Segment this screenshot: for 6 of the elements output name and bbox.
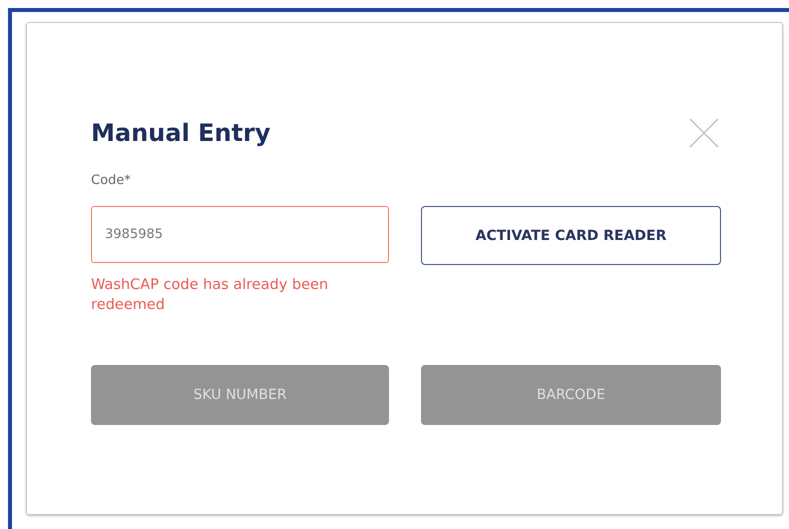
- card-reader-button[interactable]: ACTIVATE CARD READER: [421, 206, 721, 265]
- close-icon[interactable]: [688, 117, 720, 149]
- dialog-title: Manual Entry: [91, 119, 270, 147]
- code-label: Code*: [91, 173, 132, 190]
- code-field[interactable]: 3985985: [91, 206, 389, 263]
- error-message: WashCAP code has already been redeemed: [91, 276, 330, 315]
